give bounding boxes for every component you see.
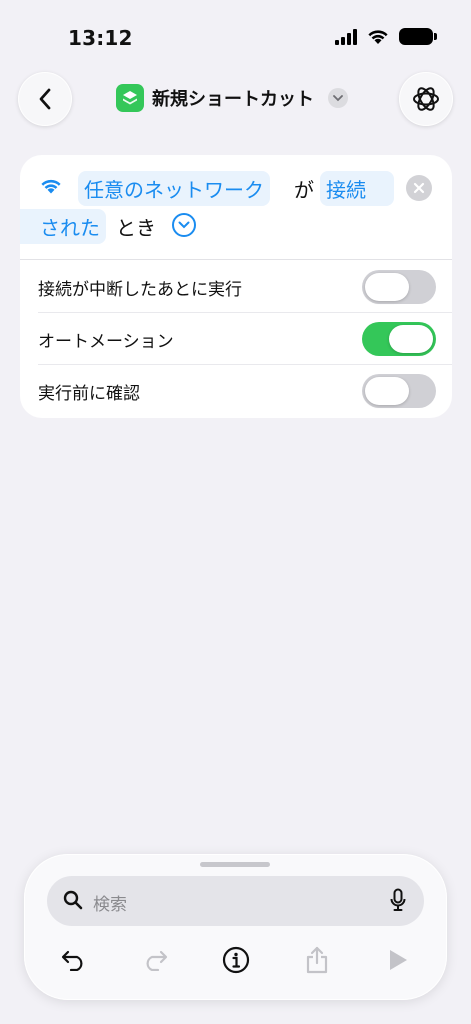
chevron-down-icon[interactable]: [328, 88, 348, 108]
page-title: 新規ショートカット: [152, 89, 314, 110]
info-icon: [222, 946, 250, 974]
trigger-sentence: 任意のネットワーク が 接続 された とき: [20, 155, 452, 259]
run-after-interruption-toggle[interactable]: [362, 270, 436, 304]
search-placeholder: 検索: [93, 895, 127, 915]
wifi-status-icon: [368, 29, 388, 44]
status-icons: [335, 28, 437, 45]
bottom-toolbar: 検索: [24, 854, 447, 1000]
close-icon: [413, 182, 425, 194]
automation-toggle[interactable]: [362, 322, 436, 356]
option-label: オートメーション: [38, 331, 174, 352]
shortcuts-app-icon: [116, 84, 144, 112]
share-icon: [306, 946, 328, 974]
redo-icon: [146, 950, 168, 971]
connection-state-token-continued[interactable]: された: [20, 209, 106, 244]
sheet-grabber[interactable]: [200, 862, 270, 867]
back-button[interactable]: [18, 72, 72, 126]
info-button[interactable]: [218, 942, 254, 978]
expand-button[interactable]: [172, 213, 196, 237]
automation-card: 任意のネットワーク が 接続 された とき 接続が中断したあとに実行 オートメー…: [20, 155, 452, 418]
play-button[interactable]: [380, 942, 416, 978]
clear-button[interactable]: [406, 175, 432, 201]
option-label: 実行前に確認: [38, 383, 140, 404]
toolbar-actions: [24, 942, 447, 978]
battery-icon: [399, 28, 437, 45]
when-text: とき: [116, 216, 156, 240]
option-row-run-after-interruption: 接続が中断したあとに実行: [20, 261, 452, 313]
status-time: 13:12: [68, 26, 133, 50]
wifi-icon: [41, 179, 61, 194]
particle-text: が: [294, 178, 314, 202]
title-menu[interactable]: 新規ショートカット: [116, 84, 348, 112]
undo-button[interactable]: [56, 942, 92, 978]
microphone-icon[interactable]: [390, 888, 406, 912]
chevron-down-icon: [178, 221, 190, 229]
share-button[interactable]: [299, 942, 335, 978]
search-field[interactable]: 検索: [47, 876, 424, 926]
option-row-ask-before-running: 実行前に確認: [20, 365, 452, 417]
network-token[interactable]: 任意のネットワーク: [78, 171, 270, 206]
chevron-left-icon: [39, 88, 51, 110]
play-icon: [390, 950, 407, 970]
undo-icon: [61, 950, 83, 971]
redo-button[interactable]: [137, 942, 173, 978]
divider: [20, 259, 452, 260]
search-icon: [63, 890, 83, 910]
cellular-signal-icon: [335, 28, 357, 45]
atom-icon: [413, 87, 439, 111]
option-row-automation: オートメーション: [20, 313, 452, 365]
connection-state-token[interactable]: 接続: [320, 171, 394, 206]
option-label: 接続が中断したあとに実行: [38, 279, 242, 300]
apple-intelligence-button[interactable]: [399, 72, 453, 126]
ask-before-running-toggle[interactable]: [362, 374, 436, 408]
